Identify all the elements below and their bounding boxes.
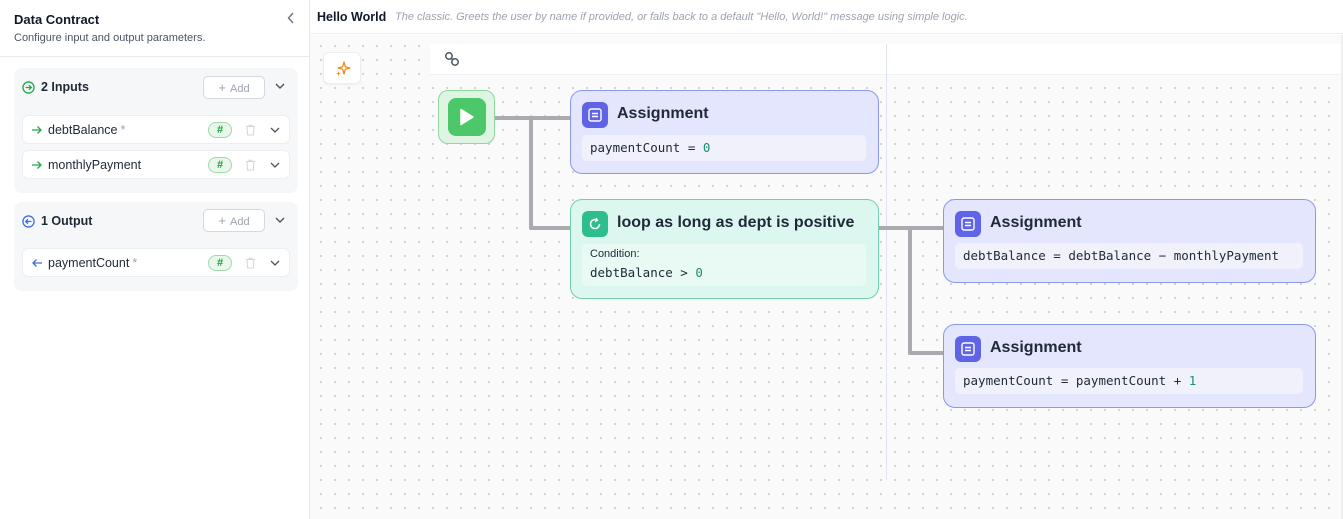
play-icon <box>460 108 474 126</box>
expression-number: 1 <box>1188 373 1197 388</box>
connector-start-to-loop <box>529 118 571 230</box>
node-title: loop as long as dept is positive <box>617 214 855 231</box>
expression-text: debtBalance = debtBalance − monthlyPayme… <box>963 248 1280 263</box>
loop-icon <box>582 211 608 237</box>
assignment-node[interactable]: Assignment debtBalance = debtBalance − m… <box>943 199 1316 283</box>
list-icon <box>955 336 981 362</box>
start-node[interactable] <box>438 90 495 144</box>
expression-number: 0 <box>695 265 703 280</box>
node-expression: debtBalance = debtBalance − monthlyPayme… <box>955 243 1303 269</box>
expression-number: 0 <box>702 140 711 155</box>
node-condition-box: Condition: debtBalance > 0 <box>582 244 866 286</box>
node-title: Assignment <box>990 339 1082 356</box>
node-expression: paymentCount = paymentCount + 1 <box>955 368 1303 394</box>
assignment-node[interactable]: Assignment paymentCount = paymentCount +… <box>943 324 1316 408</box>
play-button[interactable] <box>448 98 486 136</box>
assignment-node[interactable]: Assignment paymentCount = 0 <box>570 90 879 174</box>
node-title: Assignment <box>990 214 1082 231</box>
expression-text: paymentCount = paymentCount + <box>963 373 1189 388</box>
condition-label: Condition: <box>590 248 640 260</box>
loop-node[interactable]: loop as long as dept is positive Conditi… <box>570 199 879 299</box>
node-expression: paymentCount = 0 <box>582 135 866 161</box>
expression-text: paymentCount = <box>590 140 703 155</box>
condition-expression: debtBalance > 0 <box>590 265 703 280</box>
expression-text: debtBalance > <box>590 265 696 280</box>
list-icon <box>582 102 608 128</box>
connector-loop-to-assign3 <box>908 228 944 355</box>
list-icon <box>955 211 981 237</box>
node-title: Assignment <box>617 105 709 122</box>
